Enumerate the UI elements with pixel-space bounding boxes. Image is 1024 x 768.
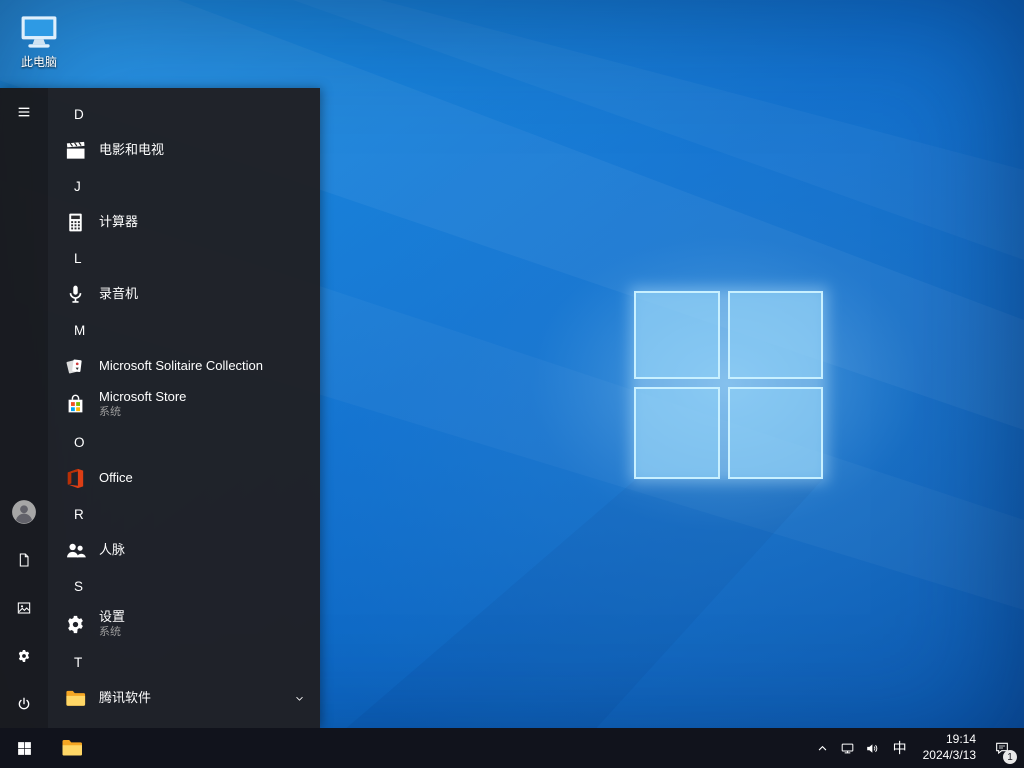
app-item[interactable]: 人脉 bbox=[48, 532, 320, 568]
folder-icon bbox=[60, 736, 84, 760]
action-center-button[interactable]: 1 bbox=[984, 728, 1020, 768]
app-sublabel: 系统 bbox=[99, 625, 121, 638]
taskbar: 中 19:14 2024/3/13 1 bbox=[0, 728, 1024, 768]
app-item[interactable]: Microsoft Store 系统 bbox=[48, 384, 320, 424]
start-app-list: D 电影和电视 J 计算器 L 录音机 M Microsoft Solitaire Colle… bbox=[48, 88, 320, 728]
app-item[interactable]: Office bbox=[48, 460, 320, 496]
app-item[interactable]: Microsoft Solitaire Collection bbox=[48, 348, 320, 384]
hamburger-icon bbox=[16, 104, 32, 120]
section-letter[interactable]: W bbox=[48, 716, 320, 729]
app-label: 腾讯软件 bbox=[99, 689, 152, 705]
chevron-up-icon bbox=[815, 741, 830, 756]
windows-logo bbox=[630, 287, 828, 483]
rail-pictures-button[interactable] bbox=[0, 584, 48, 632]
speaker-icon bbox=[865, 741, 880, 756]
windows-icon bbox=[16, 740, 33, 757]
power-icon bbox=[16, 696, 32, 712]
office-icon bbox=[64, 467, 87, 490]
desktop-icon-label: 此电脑 bbox=[20, 55, 57, 69]
solitaire-icon bbox=[64, 355, 87, 378]
rail-menu-button[interactable] bbox=[0, 88, 48, 136]
app-item[interactable]: 电影和电视 bbox=[48, 132, 320, 168]
section-letter[interactable]: J bbox=[48, 168, 320, 204]
rail-account-button[interactable] bbox=[0, 488, 48, 536]
user-avatar-icon bbox=[11, 499, 37, 525]
volume-button[interactable] bbox=[860, 728, 885, 768]
section-letter[interactable]: T bbox=[48, 644, 320, 680]
clock-date: 2024/3/13 bbox=[922, 748, 976, 762]
calculator-icon bbox=[64, 211, 87, 234]
store-icon bbox=[64, 393, 87, 416]
start-menu: D 电影和电视 J 计算器 L 录音机 M Microsoft Solitaire Colle… bbox=[0, 88, 320, 728]
app-label: 电影和电视 bbox=[99, 141, 165, 157]
clock[interactable]: 19:14 2024/3/13 bbox=[915, 728, 984, 768]
movies-tv-icon bbox=[64, 139, 87, 162]
app-label: Microsoft Solitaire Collection bbox=[99, 357, 264, 373]
section-letter[interactable]: S bbox=[48, 568, 320, 604]
app-label: 人脉 bbox=[99, 541, 126, 557]
gear-icon bbox=[64, 613, 87, 636]
start-button[interactable] bbox=[0, 728, 48, 768]
section-letter[interactable]: O bbox=[48, 424, 320, 460]
app-label: 设置 bbox=[99, 609, 126, 625]
app-item[interactable]: 设置 系统 bbox=[48, 604, 320, 644]
system-tray: 中 19:14 2024/3/13 1 bbox=[810, 728, 1024, 768]
app-item[interactable]: 腾讯软件 bbox=[48, 680, 320, 716]
app-label: Microsoft Store bbox=[99, 389, 187, 405]
pictures-icon bbox=[16, 600, 32, 616]
rail-settings-button[interactable] bbox=[0, 632, 48, 680]
folder-icon bbox=[64, 687, 87, 710]
section-letter[interactable]: L bbox=[48, 240, 320, 276]
clock-time: 19:14 bbox=[945, 732, 976, 747]
gear-icon bbox=[16, 648, 32, 664]
people-icon bbox=[64, 539, 87, 562]
ime-indicator[interactable]: 中 bbox=[885, 728, 915, 768]
rail-documents-button[interactable] bbox=[0, 536, 48, 584]
chevron-down-icon bbox=[293, 692, 306, 705]
app-item[interactable]: 录音机 bbox=[48, 276, 320, 312]
app-label: 计算器 bbox=[99, 213, 139, 229]
app-label: 录音机 bbox=[99, 285, 139, 301]
section-letter[interactable]: M bbox=[48, 312, 320, 348]
voice-recorder-icon bbox=[64, 283, 87, 306]
network-icon bbox=[840, 741, 855, 756]
desktop: 此电脑 D 电影和电视 J 计算器 L 录音机 M Microsoft Solitaire C… bbox=[0, 0, 1024, 768]
file-explorer-button[interactable] bbox=[48, 728, 96, 768]
start-menu-rail bbox=[0, 88, 48, 728]
desktop-icon-this-pc[interactable]: 此电脑 bbox=[6, 8, 72, 72]
this-pc-monitor-icon bbox=[17, 10, 61, 54]
app-item[interactable]: 计算器 bbox=[48, 204, 320, 240]
app-sublabel: 系统 bbox=[99, 405, 121, 418]
section-letter[interactable]: R bbox=[48, 496, 320, 532]
document-icon bbox=[16, 552, 32, 568]
app-label: Office bbox=[99, 469, 133, 485]
notification-badge: 1 bbox=[1003, 750, 1017, 764]
rail-power-button[interactable] bbox=[0, 680, 48, 728]
section-letter[interactable]: D bbox=[48, 96, 320, 132]
network-button[interactable] bbox=[835, 728, 860, 768]
tray-show-hidden-icons-button[interactable] bbox=[810, 728, 835, 768]
